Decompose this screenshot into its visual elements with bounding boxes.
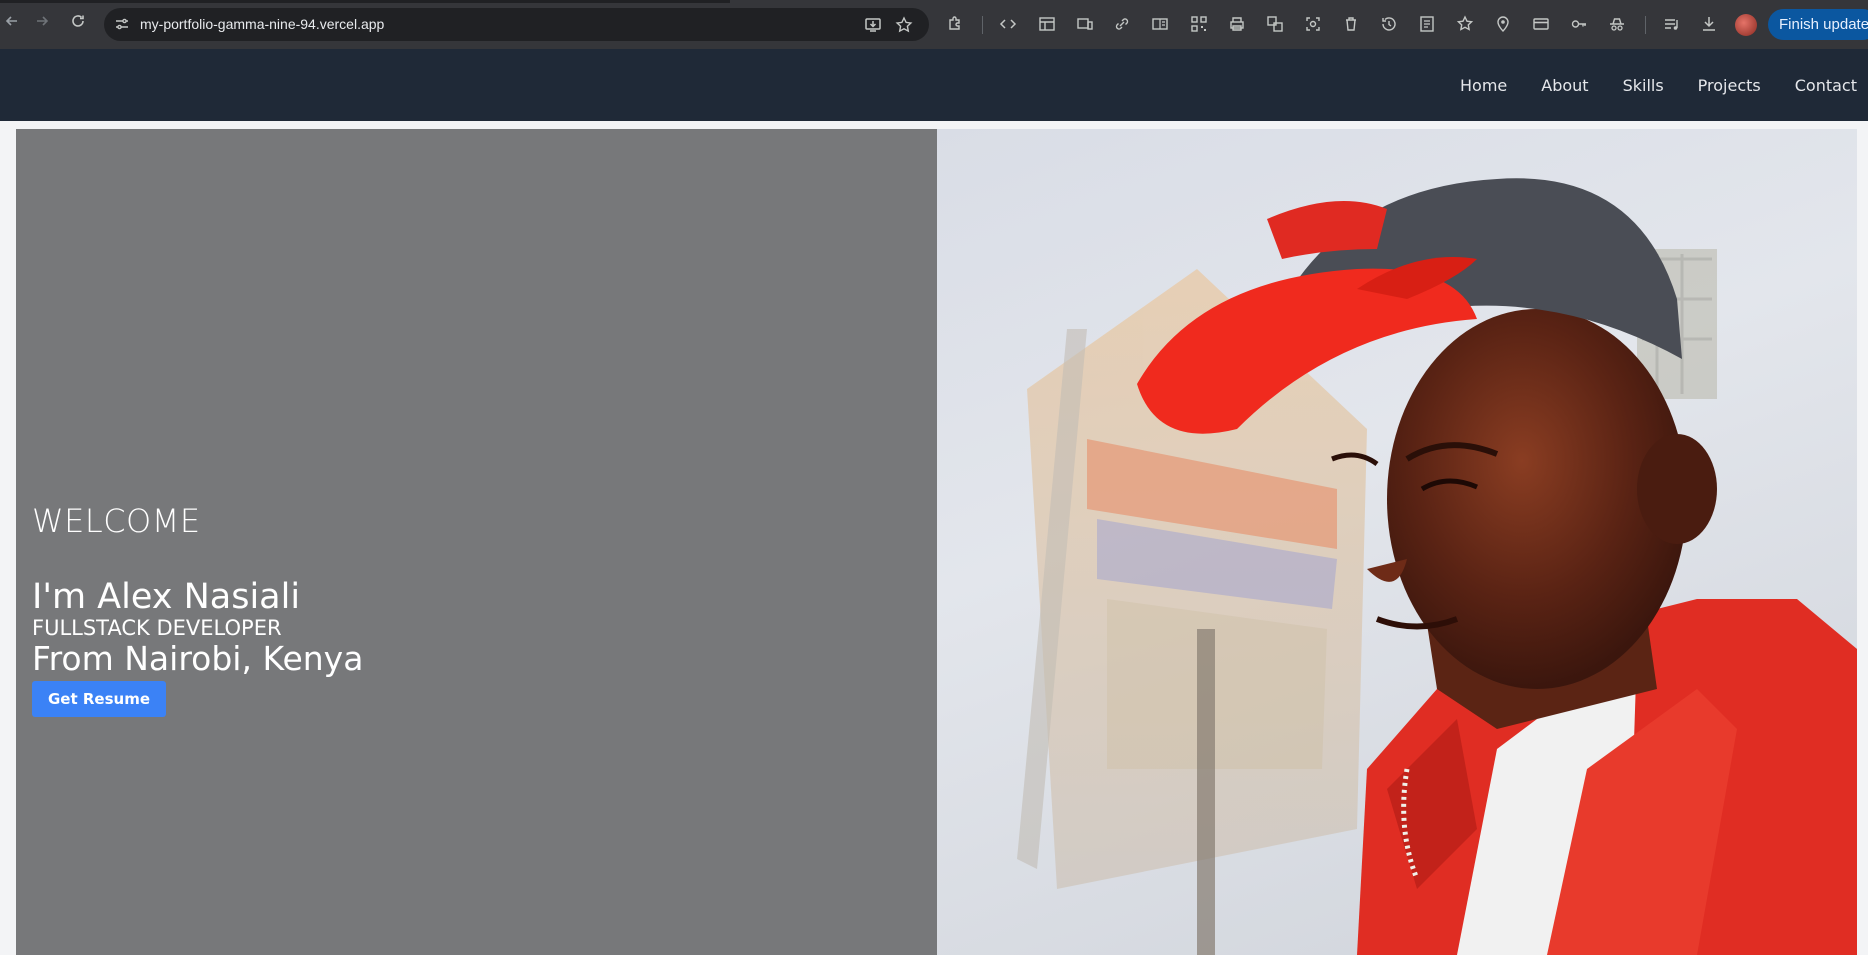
qr-code-icon[interactable] — [1189, 14, 1209, 34]
profile-photo-illustration — [1017, 178, 1857, 955]
layout-icon[interactable] — [1037, 14, 1057, 34]
forward-icon[interactable] — [30, 12, 54, 36]
extensions-icon[interactable] — [945, 14, 965, 34]
nav-contact[interactable]: Contact — [1795, 76, 1857, 95]
screenshot-icon[interactable] — [1303, 14, 1323, 34]
payment-card-icon[interactable] — [1531, 14, 1551, 34]
finish-update-button[interactable]: Finish update — [1768, 9, 1868, 40]
hero-name: I'm Alex Nasiali — [32, 577, 301, 618]
hero-location: From Nairobi, Kenya — [32, 639, 364, 679]
bookmarks-icon[interactable] — [1455, 14, 1475, 34]
page-right-edge — [1857, 121, 1868, 955]
address-bar[interactable]: my-portfolio-gamma-nine-94.vercel.app — [104, 8, 929, 41]
delete-icon[interactable] — [1341, 14, 1361, 34]
reload-icon[interactable] — [66, 12, 90, 36]
link-icon[interactable] — [1112, 14, 1132, 34]
main-nav: Home About Skills Projects Contact — [1426, 49, 1857, 121]
url-text[interactable]: my-portfolio-gamma-nine-94.vercel.app — [140, 8, 384, 41]
devices-icon[interactable] — [1075, 14, 1095, 34]
print-icon[interactable] — [1227, 14, 1247, 34]
install-app-icon[interactable] — [863, 15, 883, 35]
profile-photo — [937, 129, 1857, 955]
nav-skills[interactable]: Skills — [1623, 76, 1664, 95]
nav-about[interactable]: About — [1541, 76, 1588, 95]
toolbar-divider — [1645, 16, 1646, 34]
browser-toolbar: my-portfolio-gamma-nine-94.vercel.app Fi… — [0, 0, 1868, 49]
incognito-icon[interactable] — [1607, 14, 1627, 34]
get-resume-button[interactable]: Get Resume — [32, 681, 167, 718]
back-icon[interactable] — [0, 12, 24, 36]
bookmark-star-icon[interactable] — [894, 15, 914, 35]
hero-role: FULLSTACK DEVELOPER — [32, 615, 282, 640]
password-key-icon[interactable] — [1569, 14, 1589, 34]
code-icon[interactable] — [998, 14, 1018, 34]
translate-icon[interactable] — [1265, 14, 1285, 34]
location-icon[interactable] — [1493, 14, 1513, 34]
profile-avatar[interactable] — [1735, 14, 1757, 36]
hero-intro-panel: WELCOME I'm Alex Nasiali FULLSTACK DEVEL… — [16, 129, 937, 955]
welcome-heading: WELCOME — [32, 502, 201, 540]
reading-list-icon[interactable] — [1417, 14, 1437, 34]
tab-strip-edge — [0, 0, 730, 3]
site-settings-icon[interactable] — [114, 16, 130, 32]
reading-mode-icon[interactable] — [1150, 14, 1170, 34]
download-icon[interactable] — [1699, 14, 1719, 34]
nav-home[interactable]: Home — [1460, 76, 1507, 95]
nav-projects[interactable]: Projects — [1698, 76, 1761, 95]
site-header: Home About Skills Projects Contact — [0, 49, 1868, 121]
media-queue-icon[interactable] — [1662, 14, 1682, 34]
hero-text: WELCOME I'm Alex Nasiali FULLSTACK DEVEL… — [32, 502, 364, 718]
toolbar-divider — [982, 16, 983, 34]
history-icon[interactable] — [1379, 14, 1399, 34]
